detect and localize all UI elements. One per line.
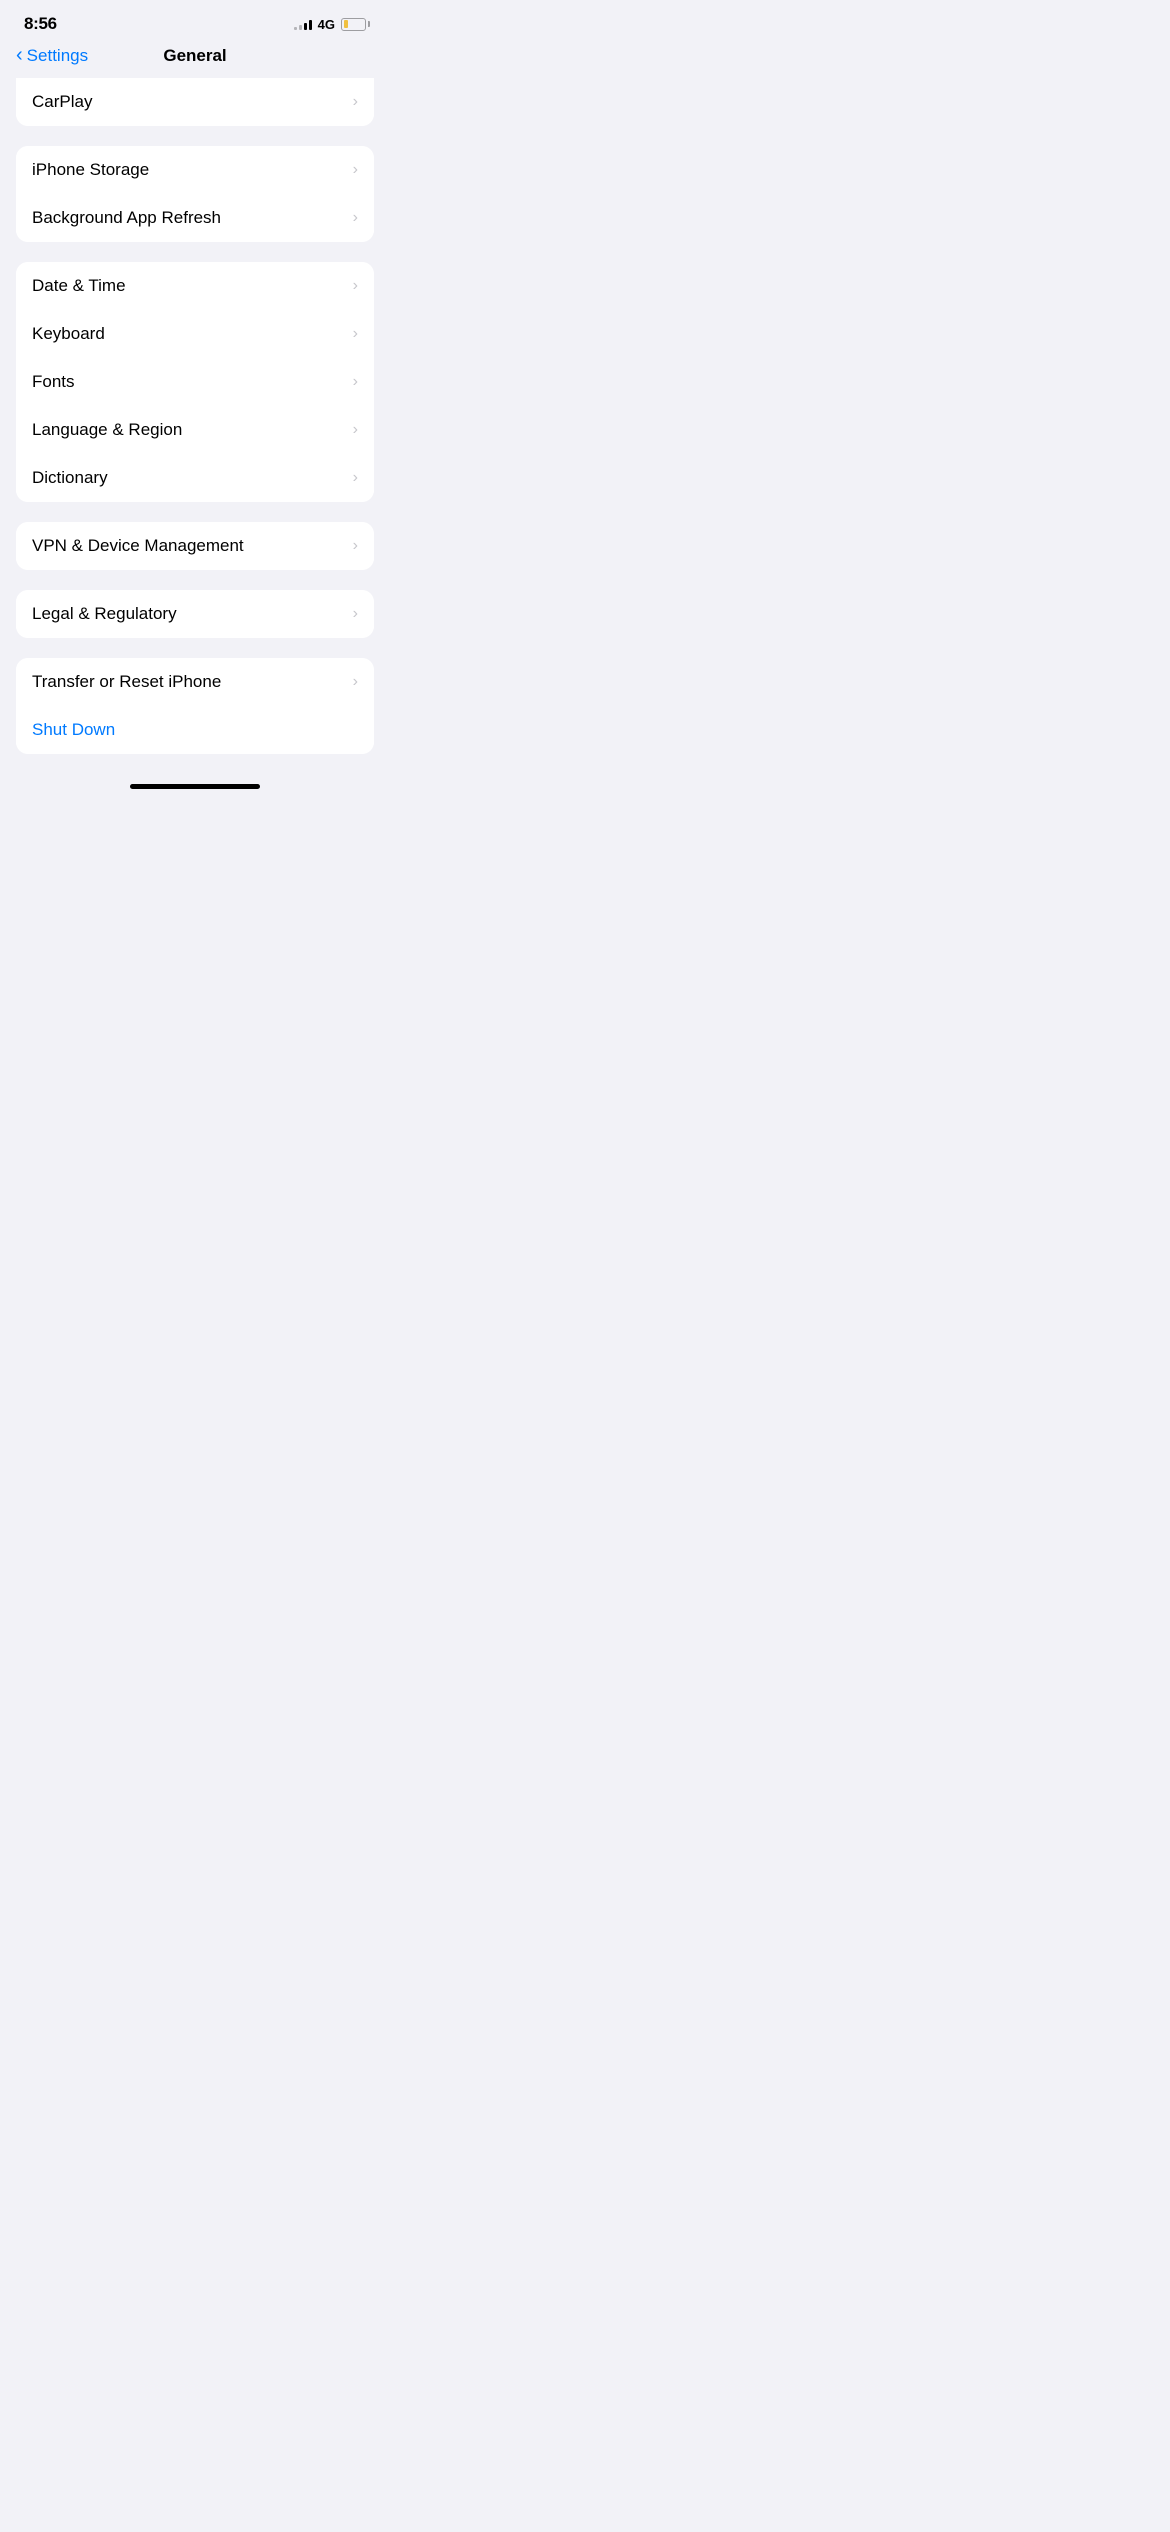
iphone-storage-label: iPhone Storage [32, 160, 149, 180]
back-label: Settings [27, 46, 88, 66]
chevron-icon: › [353, 469, 358, 487]
status-bar: 8:56 4G [0, 0, 390, 42]
vpn-device-management-label: VPN & Device Management [32, 536, 244, 556]
nav-bar: ‹ Settings General [0, 42, 390, 78]
vpn-group: VPN & Device Management › [16, 522, 374, 570]
list-item-transfer-reset[interactable]: Transfer or Reset iPhone › [16, 658, 374, 706]
list-item-date-time[interactable]: Date & Time › [16, 262, 374, 310]
date-time-label: Date & Time [32, 276, 126, 296]
chevron-icon: › [353, 161, 358, 179]
chevron-icon: › [353, 325, 358, 343]
legal-regulatory-label: Legal & Regulatory [32, 604, 177, 624]
home-bar [130, 784, 260, 789]
carplay-group: CarPlay › [16, 78, 374, 126]
chevron-icon: › [353, 373, 358, 391]
chevron-icon: › [353, 93, 358, 111]
dictionary-label: Dictionary [32, 468, 108, 488]
carplay-label: CarPlay [32, 92, 92, 112]
shut-down-label: Shut Down [32, 720, 115, 740]
list-item-legal-regulatory[interactable]: Legal & Regulatory › [16, 590, 374, 638]
fonts-label: Fonts [32, 372, 75, 392]
home-indicator [0, 774, 390, 797]
chevron-icon: › [353, 605, 358, 623]
chevron-icon: › [353, 209, 358, 227]
background-app-refresh-label: Background App Refresh [32, 208, 221, 228]
signal-bars-icon [294, 18, 312, 30]
settings-content: CarPlay › iPhone Storage › Background Ap… [0, 78, 390, 754]
battery-icon [341, 18, 366, 31]
status-icons: 4G [294, 17, 366, 32]
list-item-fonts[interactable]: Fonts › [16, 358, 374, 406]
chevron-icon: › [353, 537, 358, 555]
chevron-icon: › [353, 277, 358, 295]
list-item-shut-down[interactable]: Shut Down [16, 706, 374, 754]
back-chevron-icon: ‹ [16, 44, 23, 67]
chevron-icon: › [353, 421, 358, 439]
back-button[interactable]: ‹ Settings [16, 45, 88, 67]
list-item-vpn-device-management[interactable]: VPN & Device Management › [16, 522, 374, 570]
transfer-group: Transfer or Reset iPhone › Shut Down [16, 658, 374, 754]
network-label: 4G [318, 17, 335, 32]
language-region-label: Language & Region [32, 420, 182, 440]
chevron-icon: › [353, 673, 358, 691]
page-title: General [163, 46, 226, 66]
keyboard-label: Keyboard [32, 324, 105, 344]
list-item-language-region[interactable]: Language & Region › [16, 406, 374, 454]
storage-group: iPhone Storage › Background App Refresh … [16, 146, 374, 242]
transfer-reset-label: Transfer or Reset iPhone [32, 672, 221, 692]
list-item-iphone-storage[interactable]: iPhone Storage › [16, 146, 374, 194]
datetime-group: Date & Time › Keyboard › Fonts › Languag… [16, 262, 374, 502]
list-item-carplay[interactable]: CarPlay › [16, 78, 374, 126]
list-item-dictionary[interactable]: Dictionary › [16, 454, 374, 502]
legal-group: Legal & Regulatory › [16, 590, 374, 638]
list-item-background-app-refresh[interactable]: Background App Refresh › [16, 194, 374, 242]
status-time: 8:56 [24, 14, 57, 34]
list-item-keyboard[interactable]: Keyboard › [16, 310, 374, 358]
